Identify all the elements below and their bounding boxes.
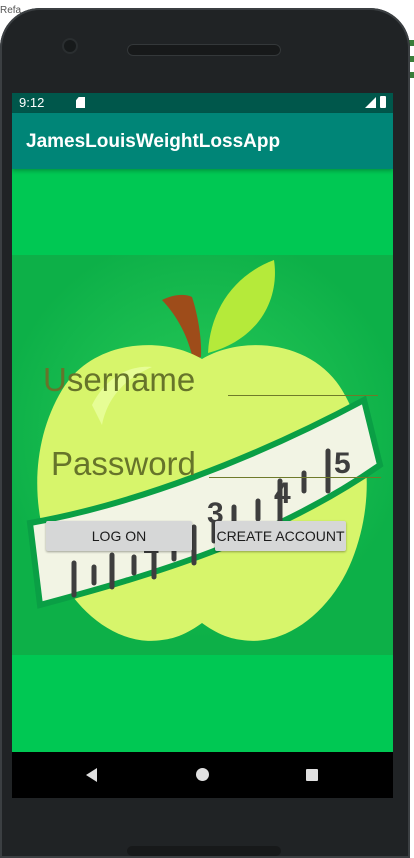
password-input[interactable]: [209, 451, 381, 478]
status-time: 9:12: [19, 95, 45, 110]
bottom-speaker: [127, 846, 281, 856]
navigation-bar: [12, 752, 393, 798]
home-icon[interactable]: [196, 768, 209, 781]
sd-card-icon: [76, 97, 85, 108]
recents-icon[interactable]: [306, 769, 318, 781]
back-icon[interactable]: [86, 768, 97, 782]
username-label: Username: [43, 361, 196, 398]
earpiece-speaker: [127, 44, 281, 56]
app-bar: JamesLouisWeightLossApp: [12, 113, 393, 169]
password-label: Password: [51, 445, 196, 482]
username-input[interactable]: [228, 369, 378, 396]
battery-icon: [380, 96, 386, 108]
phone-screen: 9:12 JamesLouisWeightLossApp 3 4 5 Usern…: [12, 93, 393, 798]
app-title: JamesLouisWeightLossApp: [26, 131, 281, 152]
log-on-button[interactable]: LOG ON: [46, 521, 192, 551]
apple-leaf: [208, 260, 275, 353]
front-camera: [64, 40, 76, 52]
create-account-button[interactable]: CREATE ACCOUNT: [215, 521, 346, 551]
tape-number: 4: [274, 477, 291, 510]
status-bar: 9:12: [12, 93, 393, 113]
signal-icon: [365, 97, 376, 108]
